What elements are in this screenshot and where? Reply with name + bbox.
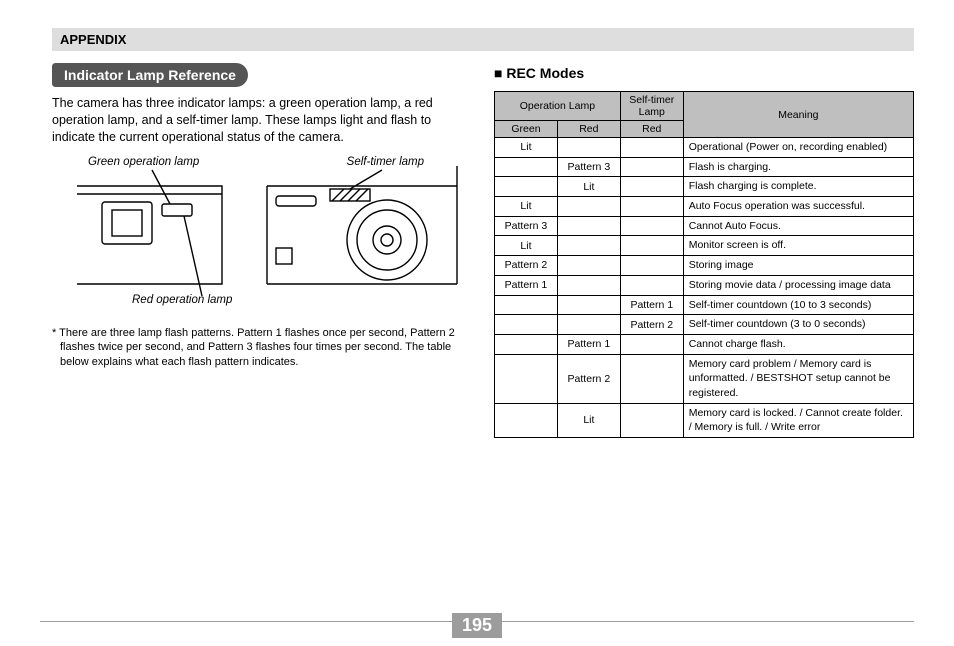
left-column: Indicator Lamp Reference The camera has …	[52, 63, 472, 438]
cell-timer	[620, 177, 683, 197]
cell-green	[495, 295, 558, 315]
cell-meaning: Flash is charging.	[683, 157, 913, 177]
cell-meaning: Self-timer countdown (10 to 3 seconds)	[683, 295, 913, 315]
cell-green: Lit	[495, 197, 558, 217]
th-green: Green	[495, 121, 558, 138]
cell-meaning: Flash charging is complete.	[683, 177, 913, 197]
cell-red	[557, 197, 620, 217]
cell-timer	[620, 138, 683, 158]
cell-timer	[620, 256, 683, 276]
rec-modes-table: Operation Lamp Self-timer Lamp Meaning G…	[494, 91, 914, 438]
table-row: Lit Monitor screen is off.	[495, 236, 914, 256]
cell-timer	[620, 216, 683, 236]
cell-meaning: Memory card is locked. / Cannot create f…	[683, 403, 913, 437]
cell-timer: Pattern 2	[620, 315, 683, 335]
cell-green	[495, 334, 558, 354]
table-row: Pattern 1 Storing movie data / processing…	[495, 275, 914, 295]
th-red2: Red	[620, 121, 683, 138]
th-meaning: Meaning	[683, 92, 913, 138]
section-title-pill: Indicator Lamp Reference	[52, 63, 248, 87]
cell-green	[495, 354, 558, 403]
camera-diagram: Green operation lamp Self-timer lamp Red…	[52, 156, 472, 326]
cell-meaning: Monitor screen is off.	[683, 236, 913, 256]
cell-green: Pattern 2	[495, 256, 558, 276]
cell-timer	[620, 334, 683, 354]
cell-timer	[620, 236, 683, 256]
rec-modes-heading: REC Modes	[494, 65, 914, 81]
footnote: There are three lamp flash patterns. Pat…	[52, 326, 472, 371]
content-columns: Indicator Lamp Reference The camera has …	[52, 63, 914, 438]
cell-timer	[620, 157, 683, 177]
cell-green: Pattern 3	[495, 216, 558, 236]
cell-red: Pattern 2	[557, 354, 620, 403]
th-self-timer-lamp: Self-timer Lamp	[620, 92, 683, 121]
cell-meaning: Storing movie data / processing image da…	[683, 275, 913, 295]
cell-meaning: Storing image	[683, 256, 913, 276]
intro-text: The camera has three indicator lamps: a …	[52, 95, 472, 146]
cell-red	[557, 216, 620, 236]
appendix-header: APPENDIX	[52, 28, 914, 51]
cell-red	[557, 138, 620, 158]
cell-timer: Pattern 1	[620, 295, 683, 315]
cell-green	[495, 157, 558, 177]
table-row: Lit Operational (Power on, recording enab…	[495, 138, 914, 158]
cell-meaning: Operational (Power on, recording enabled…	[683, 138, 913, 158]
cell-red	[557, 236, 620, 256]
cell-meaning: Cannot charge flash.	[683, 334, 913, 354]
cell-red: Lit	[557, 177, 620, 197]
table-row: Pattern 2Self-timer countdown (3 to 0 se…	[495, 315, 914, 335]
cell-green	[495, 177, 558, 197]
table-row: Lit Auto Focus operation was successful.	[495, 197, 914, 217]
table-row: Pattern 1Self-timer countdown (10 to 3 s…	[495, 295, 914, 315]
cell-timer	[620, 275, 683, 295]
cell-timer	[620, 354, 683, 403]
camera-illustration-svg	[52, 156, 472, 326]
table-row: Pattern 2 Storing image	[495, 256, 914, 276]
cell-red: Pattern 3	[557, 157, 620, 177]
cell-red: Pattern 1	[557, 334, 620, 354]
cell-red: Lit	[557, 403, 620, 437]
cell-red	[557, 275, 620, 295]
cell-green: Lit	[495, 236, 558, 256]
table-row: Lit Memory card is locked. / Cannot creat…	[495, 403, 914, 437]
cell-green	[495, 403, 558, 437]
table-row: Pattern 2 Memory card problem / Memory ca…	[495, 354, 914, 403]
table-row: Lit Flash charging is complete.	[495, 177, 914, 197]
cell-meaning: Memory card problem / Memory card is unf…	[683, 354, 913, 403]
cell-red	[557, 256, 620, 276]
right-column: REC Modes Operation Lamp Self-timer Lamp…	[494, 63, 914, 438]
cell-meaning: Self-timer countdown (3 to 0 seconds)	[683, 315, 913, 335]
cell-green: Lit	[495, 138, 558, 158]
cell-meaning: Auto Focus operation was successful.	[683, 197, 913, 217]
table-row: Pattern 3 Cannot Auto Focus.	[495, 216, 914, 236]
page-number: 195	[452, 613, 502, 638]
cell-red	[557, 295, 620, 315]
cell-red	[557, 315, 620, 335]
cell-timer	[620, 403, 683, 437]
page: APPENDIX Indicator Lamp Reference The ca…	[0, 0, 954, 446]
th-operation-lamp: Operation Lamp	[495, 92, 621, 121]
cell-timer	[620, 197, 683, 217]
cell-green	[495, 315, 558, 335]
cell-green: Pattern 1	[495, 275, 558, 295]
th-red: Red	[557, 121, 620, 138]
cell-meaning: Cannot Auto Focus.	[683, 216, 913, 236]
table-row: Pattern 1 Cannot charge flash.	[495, 334, 914, 354]
table-row: Pattern 3 Flash is charging.	[495, 157, 914, 177]
